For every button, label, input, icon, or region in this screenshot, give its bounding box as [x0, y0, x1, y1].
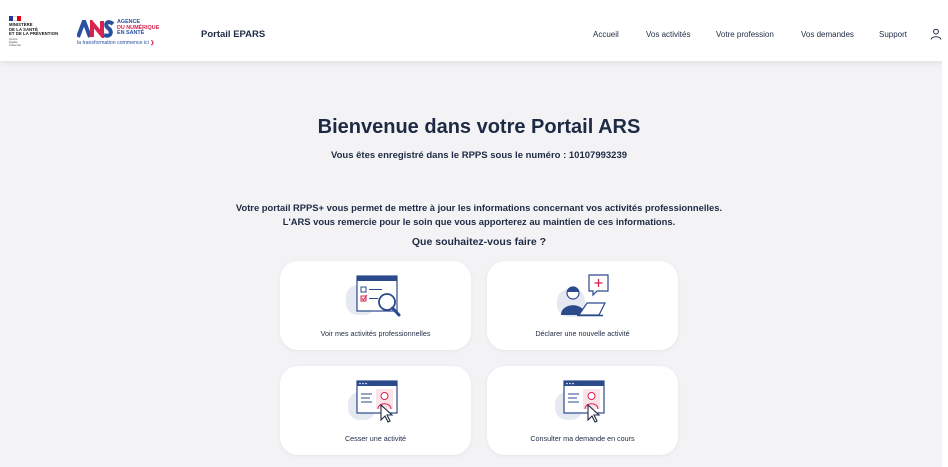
ministry-name: MINISTÈRE DE LA SANTÉ ET DE LA PRÉVENTIO… [9, 22, 59, 37]
browser-user-cursor-icon [555, 380, 605, 423]
intro-text: Votre portail RPPS+ vous permet de mettr… [0, 201, 948, 228]
window-edge [942, 0, 948, 467]
french-flag-icon [9, 16, 21, 21]
nav-vos-activites[interactable]: Vos activités [646, 30, 690, 39]
card-view-activities[interactable]: Voir mes activités professionnelles [280, 261, 471, 350]
card-label: Voir mes activités professionnelles [320, 329, 431, 338]
page-title: Bienvenue dans votre Portail ARS [317, 116, 641, 138]
republic-motto: Liberté Égalité Fraternité [9, 36, 21, 47]
card-label: Consulter ma demande en cours [530, 434, 635, 443]
person-laptop-plus-icon [557, 274, 609, 317]
intro-line-1: Votre portail RPPS+ vous permet de mettr… [235, 202, 723, 213]
agency-name: AGENCE DU NUMÉRIQUE EN SANTÉ [117, 19, 160, 37]
card-declare-activity[interactable]: Déclarer une nouvelle activité [487, 261, 678, 350]
checklist-magnifier-icon [346, 275, 401, 317]
browser-user-cursor-icon [348, 380, 398, 423]
ans-logo-icon [77, 20, 115, 38]
nav-votre-profession[interactable]: Votre profession [716, 30, 774, 39]
card-label: Déclarer une nouvelle activité [535, 329, 630, 338]
action-question: Que souhaitez-vous faire ? [411, 236, 547, 248]
nav-vos-demandes[interactable]: Vos demandes [801, 30, 854, 39]
ministry-logo[interactable]: MINISTÈRE DE LA SANTÉ ET DE LA PRÉVENTIO… [9, 16, 69, 47]
card-label: Cesser une activité [344, 434, 407, 443]
card-view-request[interactable]: Consulter ma demande en cours [487, 366, 678, 455]
user-account-icon[interactable] [930, 28, 942, 40]
nav-support[interactable]: Support [879, 30, 907, 39]
intro-line-2: L'ARS vous remercie pour le soin que vou… [282, 215, 676, 227]
portal-name[interactable]: Portail EPARS [201, 29, 265, 40]
agency-logo[interactable]: AGENCE DU NUMÉRIQUE EN SANTÉ la transfor… [77, 19, 169, 50]
card-stop-activity[interactable]: Cesser une activité [280, 366, 471, 455]
agency-tagline: la transformation commence ici ❯ [77, 40, 155, 46]
rpps-number-line: Vous êtes enregistré dans le RPPS sous l… [330, 150, 628, 161]
nav-accueil[interactable]: Accueil [593, 30, 619, 39]
